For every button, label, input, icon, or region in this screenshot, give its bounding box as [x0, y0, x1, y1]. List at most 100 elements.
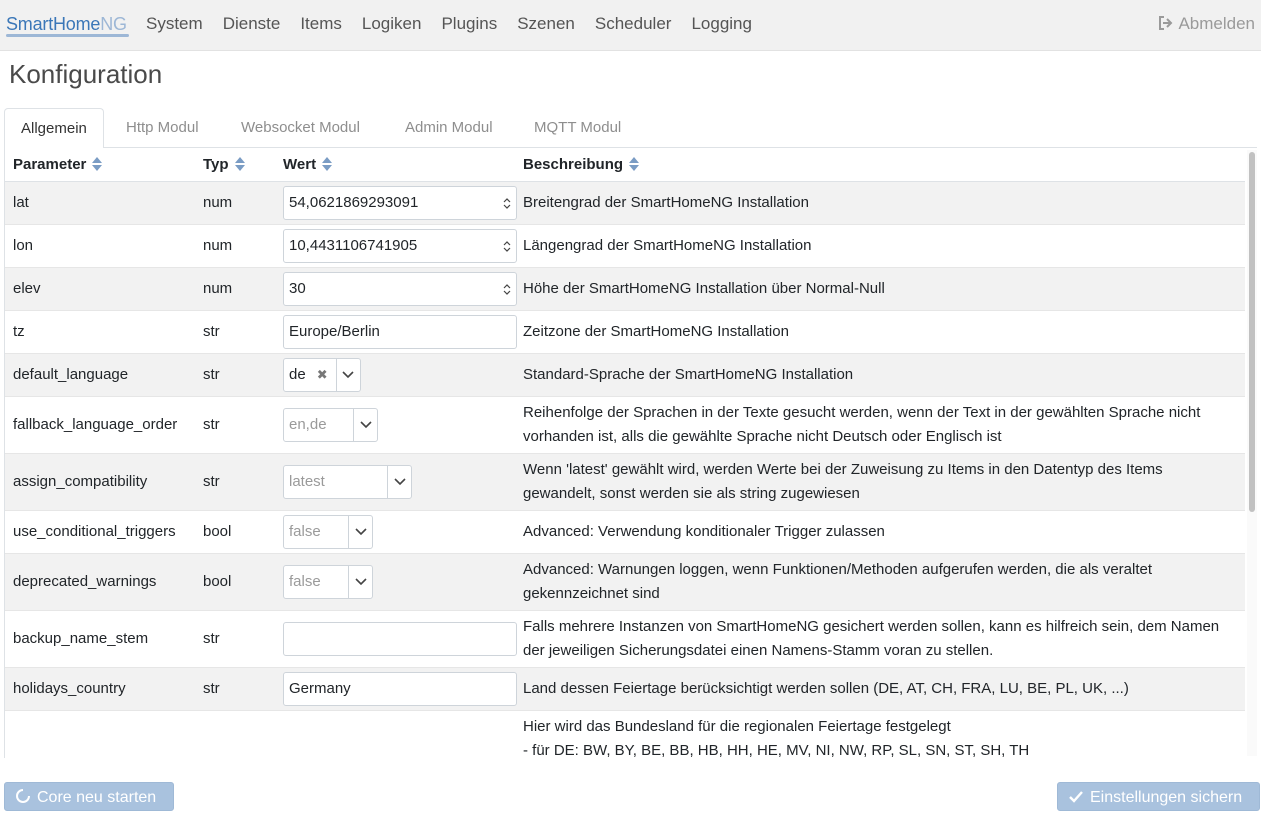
chevron-down-icon[interactable] [335, 358, 360, 391]
tab-admin-modul[interactable]: Admin Modul [389, 108, 509, 148]
tab-allgemein[interactable]: Allgemein [4, 108, 104, 149]
param-type: str [195, 609, 275, 667]
param-type: num [195, 223, 275, 267]
nav-logging[interactable]: Logging [691, 14, 752, 34]
sort-icon [234, 156, 245, 171]
table-row: use_conditional_triggers bool false Adva… [5, 509, 1245, 553]
table-row: lon num 10,4431106741905 Längengrad der … [5, 223, 1245, 267]
param-description: Standard-Sprache der SmartHomeNG Install… [515, 352, 1245, 396]
select-value: false [289, 572, 321, 590]
param-type: str [195, 309, 275, 353]
tz-input[interactable]: Europe/Berlin [283, 314, 517, 349]
nav-items[interactable]: Items [300, 14, 342, 34]
header-label: Typ [203, 155, 229, 173]
header-parameter[interactable]: Parameter [5, 148, 195, 182]
navbar: SmartHomeNG System Dienste Items Logiken… [0, 0, 1261, 51]
param-description: Breitengrad der SmartHomeNG Installation [515, 180, 1245, 224]
param-description: Hier wird das Bundesland für die regiona… [515, 709, 1245, 759]
default-language-select[interactable]: de ✖ [283, 357, 361, 392]
check-icon [1069, 791, 1083, 803]
spinner-icon[interactable] [503, 283, 511, 296]
select-value: de [289, 365, 306, 383]
lon-input[interactable]: 10,4431106741905 [283, 228, 517, 263]
param-description: Höhe der SmartHomeNG Installation über N… [515, 266, 1245, 310]
table-scrollbar[interactable] [1247, 150, 1257, 756]
chevron-down-icon[interactable] [387, 465, 411, 498]
nav-system[interactable]: System [146, 14, 203, 34]
nav-logiken[interactable]: Logiken [362, 14, 422, 34]
lat-input[interactable]: 54,0621869293091 [283, 185, 517, 220]
holidays-country-input[interactable]: Germany [283, 671, 517, 706]
header-wert[interactable]: Wert [275, 148, 515, 182]
spinner-icon [16, 789, 30, 803]
chevron-down-icon[interactable] [353, 408, 377, 441]
fallback-language-select[interactable]: en,de [283, 407, 378, 442]
tab-mqtt-modul[interactable]: MQTT Modul [518, 108, 637, 148]
param-name: backup_name_stem [5, 609, 195, 667]
backup-name-stem-input[interactable] [283, 621, 517, 656]
table-row: fallback_language_order str en,de Reihen… [5, 395, 1245, 453]
param-description: Wenn 'latest' gewählt wird, werden Werte… [515, 452, 1245, 510]
table-row: holidays_country str Germany Land dessen… [5, 666, 1245, 710]
spinner-icon[interactable] [503, 240, 511, 253]
main-nav: System Dienste Items Logiken Plugins Sze… [146, 14, 772, 34]
param-name [5, 709, 195, 758]
param-name: lon [5, 223, 195, 267]
param-name: assign_compatibility [5, 452, 195, 510]
param-description: Advanced: Warnungen loggen, wenn Funktio… [515, 552, 1245, 610]
table-row: Hier wird das Bundesland für die regiona… [5, 709, 1245, 759]
desc-line: - für DE: BW, BY, BE, BB, HB, HH, HE, MV… [523, 741, 1030, 759]
select-value: en,de [289, 415, 327, 433]
select-value: false [289, 522, 321, 540]
deprecated-warnings-select[interactable]: false [283, 564, 373, 599]
spinner-icon[interactable] [503, 197, 511, 210]
param-type: str [195, 352, 275, 396]
conditional-triggers-select[interactable]: false [283, 514, 373, 549]
input-value: 30 [289, 279, 306, 297]
sign-out-icon [1159, 16, 1173, 30]
nav-dienste[interactable]: Dienste [223, 14, 281, 34]
brand-suffix: NG [100, 14, 127, 34]
save-settings-button[interactable]: Einstellungen sichern [1057, 782, 1260, 811]
param-type: str [195, 666, 275, 710]
param-name: fallback_language_order [5, 395, 195, 453]
table-row: default_language str de ✖ Standard-Sprach… [5, 352, 1245, 396]
param-description: Längengrad der SmartHomeNG Installation [515, 223, 1245, 267]
param-type: str [195, 395, 275, 453]
param-type: bool [195, 552, 275, 610]
nav-szenen[interactable]: Szenen [517, 14, 575, 34]
nav-plugins[interactable]: Plugins [441, 14, 497, 34]
param-description: Falls mehrere Instanzen von SmartHomeNG … [515, 609, 1245, 667]
elev-input[interactable]: 30 [283, 271, 517, 306]
scrollbar-thumb[interactable] [1249, 152, 1255, 512]
param-type [195, 709, 275, 758]
clear-icon[interactable]: ✖ [317, 359, 336, 391]
nav-scheduler[interactable]: Scheduler [595, 14, 672, 34]
assign-compatibility-select[interactable]: latest [283, 464, 412, 499]
header-typ[interactable]: Typ [195, 148, 275, 182]
restart-core-button[interactable]: Core neu starten [4, 782, 174, 811]
table-row: tz str Europe/Berlin Zeitzone der SmartH… [5, 309, 1245, 353]
param-description: Reihenfolge der Sprachen in der Texte ge… [515, 395, 1245, 453]
param-name: elev [5, 266, 195, 310]
param-description: Zeitzone der SmartHomeNG Installation [515, 309, 1245, 353]
header-label: Wert [283, 155, 317, 173]
select-value: latest [289, 472, 325, 490]
tab-http-modul[interactable]: Http Modul [110, 108, 215, 148]
config-tabs: Allgemein Http Modul Websocket Modul Adm… [4, 108, 1257, 149]
save-label: Einstellungen sichern [1090, 789, 1243, 806]
chevron-down-icon[interactable] [348, 565, 372, 598]
tab-websocket-modul[interactable]: Websocket Modul [225, 108, 376, 148]
logout-link[interactable]: Abmelden [1158, 14, 1255, 34]
table-row: elev num 30 Höhe der SmartHomeNG Install… [5, 266, 1245, 310]
chevron-down-icon[interactable] [348, 515, 372, 548]
sort-icon [322, 156, 333, 171]
header-beschreibung[interactable]: Beschreibung [515, 148, 1245, 182]
config-table-container[interactable]: Parameter Typ Wert Beschreibung lat num … [4, 148, 1260, 758]
param-name: holidays_country [5, 666, 195, 710]
param-name: default_language [5, 352, 195, 396]
table-row: assign_compatibility str latest Wenn 'la… [5, 452, 1245, 510]
table-row: deprecated_warnings bool false Advanced:… [5, 552, 1245, 610]
header-label: Parameter [13, 155, 87, 173]
table-row: backup_name_stem str Falls mehrere Insta… [5, 609, 1245, 667]
